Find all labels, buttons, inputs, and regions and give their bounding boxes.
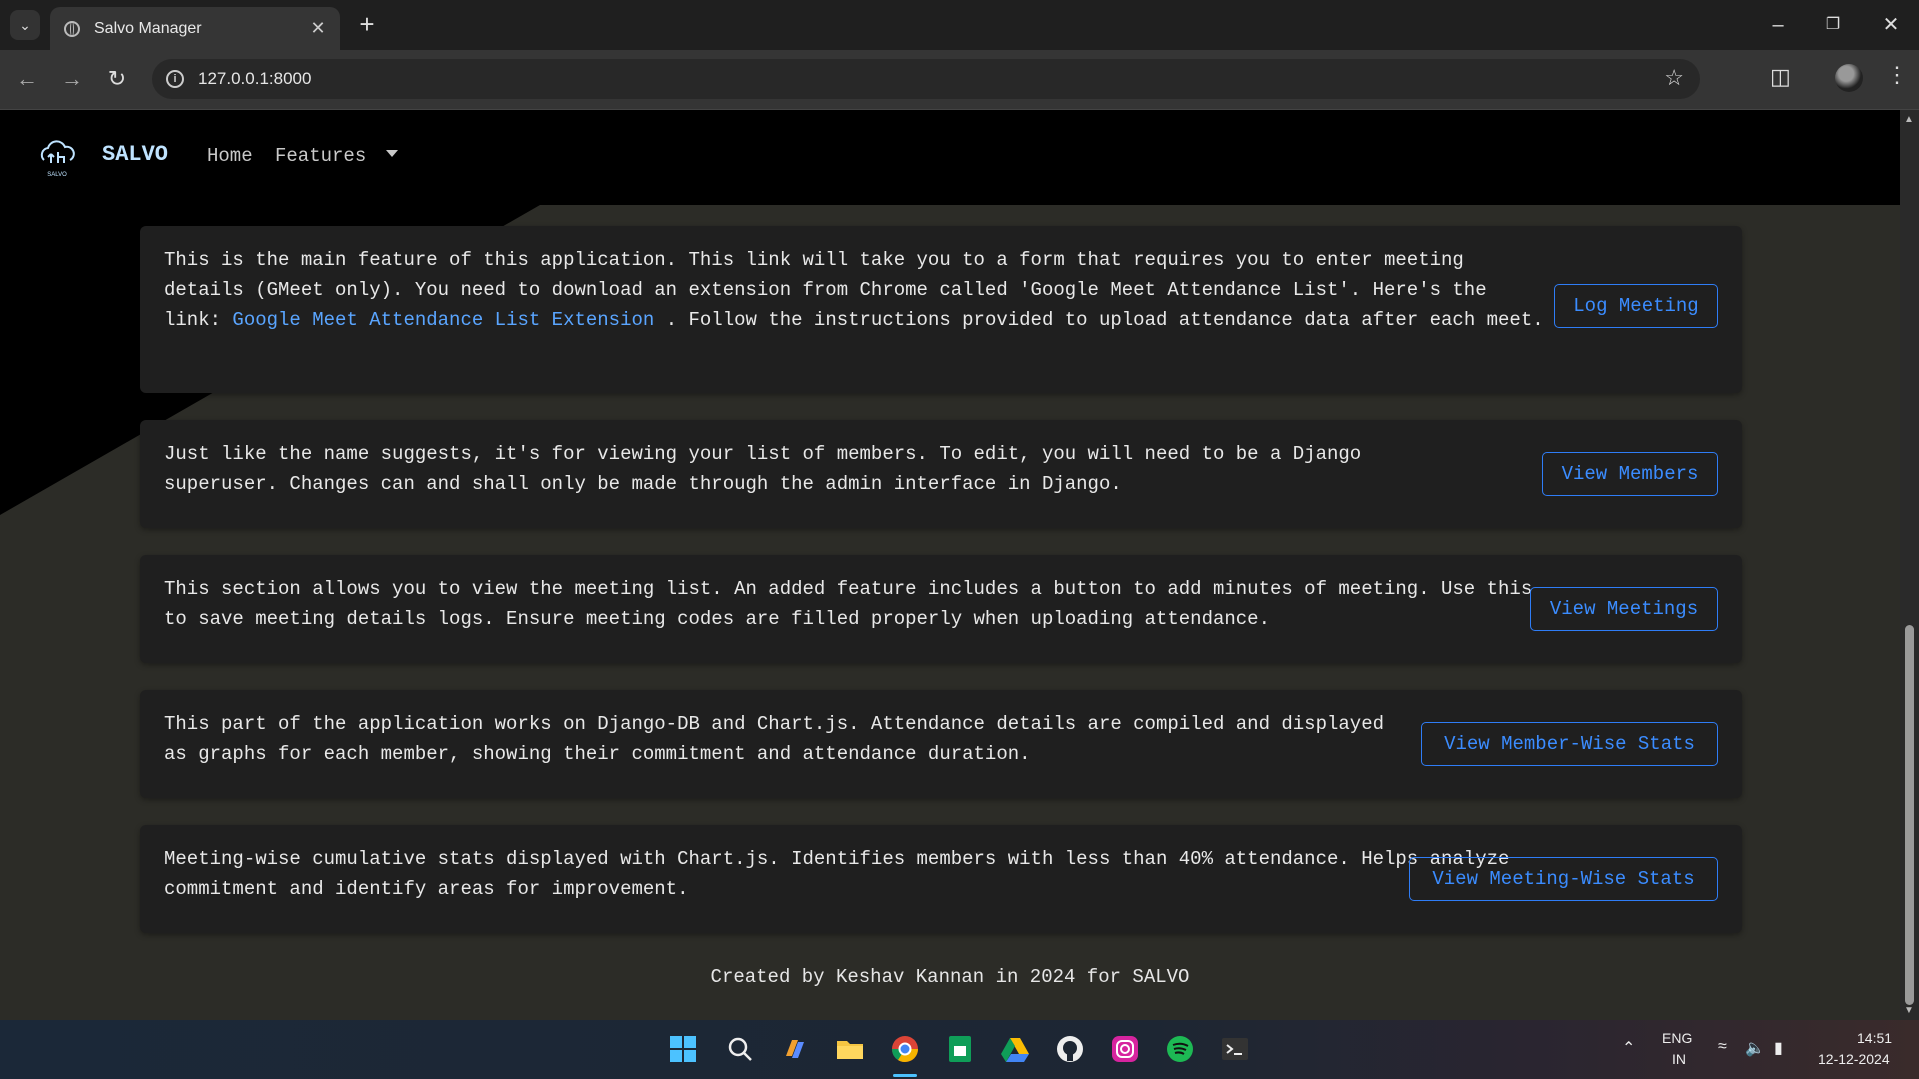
volume-icon[interactable]: 🔈 <box>1745 1038 1765 1058</box>
extensions-puzzle-icon[interactable]: ◫ <box>1770 64 1791 90</box>
search-icon[interactable] <box>725 1034 755 1064</box>
windows-taskbar: ⌃ ENG IN ≈ 🔈 ▮ 14:51 12-12-2024 <box>0 1020 1919 1079</box>
clock-date[interactable]: 12-12-2024 <box>1818 1051 1890 1067</box>
page-scrollbar[interactable]: ▲ ▼ <box>1900 110 1919 1020</box>
view-meeting-wise-stats-button[interactable]: View Meeting-Wise Stats <box>1409 857 1718 901</box>
page-footer: Created by Keshav Kannan in 2024 for SAL… <box>710 966 1190 988</box>
card-text-after: . Follow the instructions provided to up… <box>654 309 1544 331</box>
feature-card-view-members: Just like the name suggests, it's for vi… <box>140 420 1742 528</box>
feature-card-view-meetings: This section allows you to view the meet… <box>140 555 1742 663</box>
address-bar[interactable]: i 127.0.0.1:8000 ☆ <box>152 59 1700 99</box>
google-drive-icon[interactable] <box>1000 1034 1030 1064</box>
card-description: Just like the name suggests, it's for vi… <box>164 443 1362 495</box>
logo-text: SALVO <box>47 172 67 178</box>
windows-start-icon[interactable] <box>668 1034 698 1064</box>
browser-tabstrip: ⌄ Salvo Manager ✕ + – ❐ ✕ <box>0 0 1919 50</box>
card-description: This section allows you to view the meet… <box>164 578 1533 630</box>
salvo-logo-icon[interactable]: SALVO <box>36 136 78 178</box>
scroll-down-icon[interactable]: ▼ <box>1904 1005 1914 1016</box>
profile-avatar[interactable] <box>1835 64 1863 92</box>
brand-name[interactable]: SALVO <box>102 142 168 167</box>
input-region[interactable]: IN <box>1672 1051 1686 1067</box>
browser-toolbar: ← → ↻ i 127.0.0.1:8000 ☆ <box>0 50 1919 110</box>
reload-icon[interactable]: ↻ <box>102 64 132 94</box>
globe-icon <box>64 20 80 37</box>
scrollbar-thumb[interactable] <box>1905 625 1914 1005</box>
close-tab-icon[interactable]: ✕ <box>304 18 332 39</box>
instagram-icon[interactable] <box>1110 1034 1140 1064</box>
battery-icon[interactable]: ▮ <box>1774 1038 1783 1058</box>
new-tab-icon[interactable]: + <box>352 10 382 40</box>
view-member-wise-stats-button[interactable]: View Member-Wise Stats <box>1421 722 1718 766</box>
tray-chevron-up-icon[interactable]: ⌃ <box>1622 1038 1635 1058</box>
terminal-icon[interactable] <box>1220 1034 1250 1064</box>
wifi-icon[interactable]: ≈ <box>1718 1038 1727 1056</box>
log-meeting-button[interactable]: Log Meeting <box>1554 284 1718 328</box>
feature-card-member-stats: This part of the application works on Dj… <box>140 690 1742 798</box>
more-menu-icon[interactable]: ⋮ <box>1886 62 1908 88</box>
tab-search-chevron-icon[interactable]: ⌄ <box>10 10 40 40</box>
spotify-icon[interactable] <box>1165 1034 1195 1064</box>
minimize-icon[interactable]: – <box>1758 10 1798 40</box>
chrome-icon[interactable] <box>890 1034 920 1064</box>
card-description: Meeting-wise cumulative stats displayed … <box>164 848 1510 900</box>
bookmark-star-icon[interactable]: ☆ <box>1664 65 1684 91</box>
feature-card-meeting-stats: Meeting-wise cumulative stats displayed … <box>140 825 1742 933</box>
extension-link[interactable]: Google Meet Attendance List Extension <box>232 309 654 331</box>
input-language[interactable]: ENG <box>1662 1030 1692 1046</box>
page-viewport: SALVO SALVO Home Features This is the ma… <box>0 110 1900 1020</box>
url-text: 127.0.0.1:8000 <box>198 69 312 88</box>
copilot-icon[interactable] <box>780 1034 810 1064</box>
github-icon[interactable] <box>1055 1034 1085 1064</box>
view-members-button[interactable]: View Members <box>1542 452 1718 496</box>
chrome-active-indicator <box>893 1074 917 1077</box>
sheets-icon[interactable] <box>945 1034 975 1064</box>
restore-icon[interactable]: ❐ <box>1813 10 1853 40</box>
forward-arrow-icon[interactable]: → <box>57 64 87 94</box>
clock-time[interactable]: 14:51 <box>1857 1030 1892 1046</box>
tab-title: Salvo Manager <box>94 19 202 37</box>
nav-home-link[interactable]: Home <box>207 145 253 167</box>
features-dropdown-caret-icon[interactable] <box>386 150 398 157</box>
scroll-up-icon[interactable]: ▲ <box>1904 114 1914 125</box>
site-info-icon[interactable]: i <box>166 70 184 88</box>
file-explorer-icon[interactable] <box>835 1034 865 1064</box>
site-navbar: SALVO SALVO Home Features <box>0 110 1900 205</box>
feature-card-log-meeting: This is the main feature of this applica… <box>140 226 1742 393</box>
view-meetings-button[interactable]: View Meetings <box>1530 587 1718 631</box>
nav-features-link[interactable]: Features <box>275 145 366 167</box>
card-description: This part of the application works on Dj… <box>164 713 1384 765</box>
card-description: This is the main feature of this applica… <box>164 245 1544 335</box>
back-arrow-icon[interactable]: ← <box>12 64 42 94</box>
browser-tab[interactable]: Salvo Manager ✕ <box>50 7 340 50</box>
close-window-icon[interactable]: ✕ <box>1871 10 1911 40</box>
